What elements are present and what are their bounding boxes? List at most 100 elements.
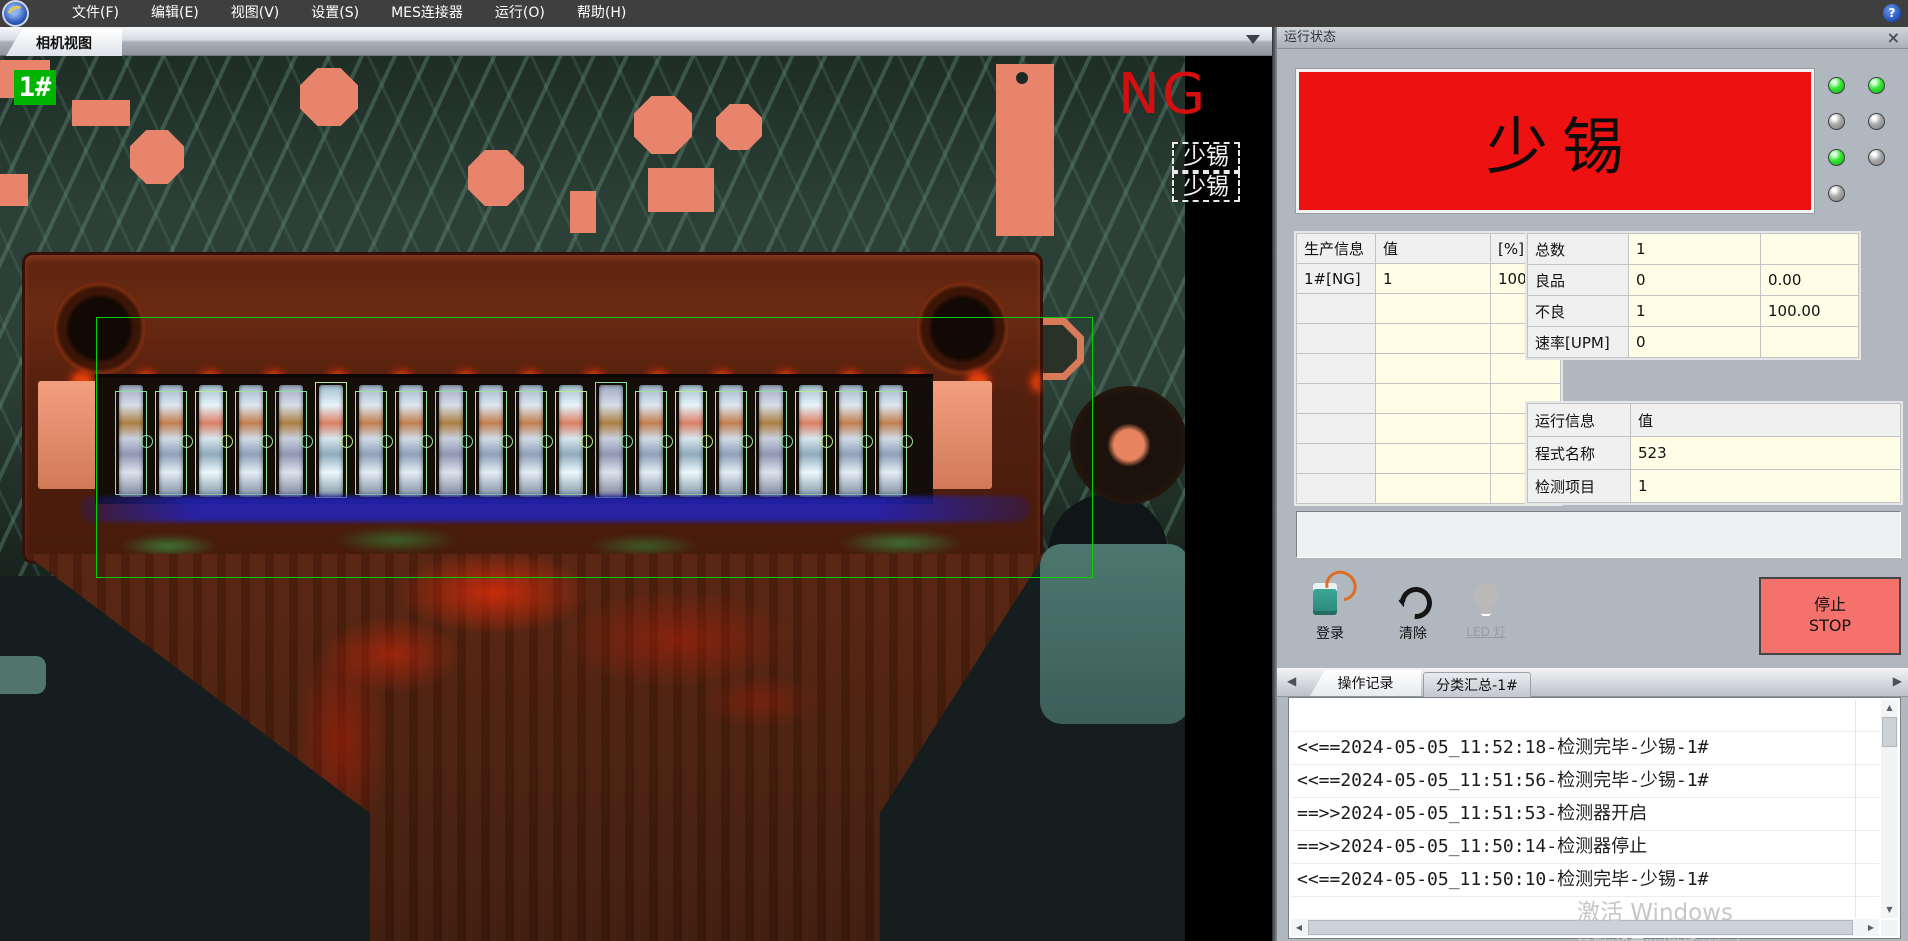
tab-camera-view-label: 相机视图 [36, 33, 92, 53]
table-cell: 程式名称 [1528, 437, 1631, 470]
status-led [1828, 113, 1845, 130]
log-entry[interactable]: <<==2024-05-05_11:51:56-检测完毕-少锡-1# [1291, 765, 1879, 798]
tab-scroll-left-icon[interactable]: ◀ [1287, 674, 1296, 688]
table-cell: 1 [1376, 264, 1491, 294]
table-cell: 良品 [1528, 265, 1629, 296]
table-row: 不良 1 100.00 [1528, 296, 1859, 327]
panel-title: 运行状态 [1284, 30, 1336, 45]
camera-tab-bar: 相机视图 [0, 27, 1272, 56]
defect-tag: 少锡 [1172, 172, 1240, 202]
log-tab-bar: ◀ 操作记录 分类汇总-1# ▶ [1277, 668, 1908, 697]
panel-title-bar: 运行状态 × [1277, 27, 1908, 49]
pcb-pad [300, 68, 358, 126]
production-info-table: 生产信息 值 [%] 1#[NG] 1 100.00 [1296, 233, 1561, 504]
table-row [1297, 444, 1561, 474]
windows-activation-watermark: 激活 Windows 转到“设置”以激活 Windows [1577, 893, 1769, 941]
stop-button-label-en: STOP [1809, 616, 1851, 637]
table-cell [1761, 234, 1859, 265]
table-header-cell: 值 [1631, 404, 1901, 437]
table-cell: 0 [1629, 265, 1761, 296]
table-header-cell: 运行信息 [1528, 404, 1631, 437]
scrollbar-corner [1881, 920, 1898, 936]
tab-operation-log[interactable]: 操作记录 [1310, 670, 1421, 696]
table-cell: 不良 [1528, 296, 1629, 327]
message-box[interactable] [1296, 511, 1901, 558]
table-row [1297, 474, 1561, 504]
defect-alert-text: 少锡 [1472, 96, 1638, 186]
clear-button-label: 清除 [1378, 623, 1448, 643]
help-icon[interactable]: ? [1883, 4, 1901, 22]
log-entry[interactable]: <<==2024-05-05_11:52:18-检测完毕-少锡-1# [1291, 731, 1879, 765]
table-row: 总数 1 [1528, 234, 1859, 265]
status-led [1868, 113, 1885, 130]
defect-alert-box: 少锡 [1296, 69, 1814, 213]
tab-classification-summary-label: 分类汇总-1# [1436, 675, 1518, 695]
tab-camera-view[interactable]: 相机视图 [6, 29, 122, 56]
status-led [1828, 149, 1845, 166]
login-button[interactable]: 登录 [1295, 581, 1365, 645]
table-row: 程式名称 523 [1528, 437, 1901, 470]
status-led [1868, 77, 1885, 94]
menu-item-help[interactable]: 帮助(H) [561, 0, 642, 27]
pcb-camera-image [0, 56, 1185, 941]
status-led-grid [1828, 77, 1885, 202]
table-cell: 1 [1629, 296, 1761, 327]
table-cell: 1 [1629, 234, 1761, 265]
scroll-left-icon[interactable]: ◀ [1291, 919, 1307, 936]
pcb-pad [996, 64, 1054, 236]
log-entry[interactable]: ==>>2024-05-05_11:51:53-检测器开启 [1291, 798, 1879, 831]
table-row: 良品 0 0.00 [1528, 265, 1859, 296]
inspection-result-text: NG [1118, 62, 1207, 127]
refresh-icon [1393, 580, 1438, 625]
menu-item-edit[interactable]: 编辑(E) [135, 0, 215, 27]
table-cell: 523 [1631, 437, 1901, 470]
app-logo-icon [2, 0, 29, 27]
application-window: 文件(F) 编辑(E) 视图(V) 设置(S) MES连接器 运行(O) 帮助(… [0, 0, 1908, 941]
menu-item-file[interactable]: 文件(F) [56, 0, 135, 27]
pcb-pad [634, 96, 692, 154]
table-cell: 1#[NG] [1297, 264, 1376, 294]
close-icon[interactable]: × [1887, 27, 1900, 49]
table-row [1297, 414, 1561, 444]
led-light-button-label: LED 灯 [1451, 623, 1521, 640]
tab-operation-log-label: 操作记录 [1338, 673, 1394, 693]
run-status-panel: 运行状态 × 少锡 生产信息 值 [%] 1#[NG] 1 10 [1277, 27, 1908, 941]
menu-item-run[interactable]: 运行(O) [479, 0, 561, 27]
table-row: 检测项目 1 [1528, 470, 1901, 503]
clear-button[interactable]: 清除 [1378, 581, 1448, 645]
pcb-pad [0, 174, 28, 206]
vertical-scroll-thumb[interactable] [1882, 717, 1897, 747]
pcb-pad [570, 191, 596, 233]
log-entry[interactable]: ==>>2024-05-05_11:50:14-检测器停止 [1291, 831, 1879, 864]
table-cell: 检测项目 [1528, 470, 1631, 503]
table-row: 速率[UPM] 0 [1528, 327, 1859, 358]
table-row [1297, 354, 1561, 384]
chevron-down-icon[interactable] [1246, 35, 1260, 44]
tab-classification-summary[interactable]: 分类汇总-1# [1423, 672, 1531, 697]
menu-item-view[interactable]: 视图(V) [215, 0, 296, 27]
table-cell: 总数 [1528, 234, 1629, 265]
menu-bar: 文件(F) 编辑(E) 视图(V) 设置(S) MES连接器 运行(O) 帮助(… [0, 0, 1908, 27]
table-cell: 1 [1631, 470, 1901, 503]
scroll-up-icon[interactable]: ▲ [1881, 700, 1898, 716]
menu-item-mes-connector[interactable]: MES连接器 [375, 0, 479, 27]
table-cell: 速率[UPM] [1528, 327, 1629, 358]
scroll-down-icon[interactable]: ▼ [1881, 902, 1898, 918]
login-button-label: 登录 [1295, 623, 1365, 643]
watermark-line2: 转到“设置”以激活 Windows [1577, 934, 1769, 941]
pcb-pad [716, 104, 762, 150]
status-led [1868, 149, 1885, 166]
scroll-right-icon[interactable]: ▶ [1863, 919, 1879, 936]
tab-scroll-right-icon[interactable]: ▶ [1893, 674, 1902, 688]
board-feature [0, 656, 46, 694]
menu-item-settings[interactable]: 设置(S) [295, 0, 375, 27]
log-rows: <<==2024-05-05_11:52:18-检测完毕-少锡-1# <<==2… [1291, 700, 1879, 918]
table-row: 1#[NG] 1 100.00 [1297, 264, 1561, 294]
vertical-scrollbar[interactable]: ▲ ▼ [1881, 700, 1898, 918]
camera-view-pane: 1# NG 少锡 少锡 [0, 56, 1272, 941]
run-info-table: 运行信息 值 程式名称 523 检测项目 1 [1527, 403, 1901, 503]
pcb-pad [72, 100, 130, 126]
led-light-button[interactable]: LED 灯 [1451, 581, 1521, 645]
pcb-pad [648, 168, 714, 212]
stop-button[interactable]: 停止 STOP [1759, 577, 1901, 655]
